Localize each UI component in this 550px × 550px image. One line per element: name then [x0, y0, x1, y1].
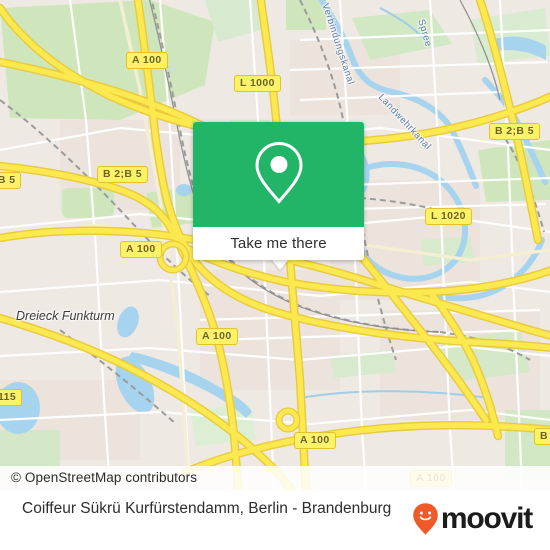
place-label-dreieck-funkturm: Dreieck Funkturm: [16, 309, 115, 323]
moovit-wordmark: moovit: [440, 502, 533, 535]
take-me-there-button[interactable]: Take me there: [193, 227, 364, 260]
road-shield-l1020: L 1020: [425, 208, 472, 225]
road-shield-b5-clipped: ;B 5: [0, 172, 22, 189]
road-shield-b2b5: B 2;B 5: [489, 123, 540, 140]
road-shield-b2-clipped: B 2: [534, 428, 550, 445]
road-shield-a100: A 100: [120, 241, 162, 258]
page-title: Coiffeur Sükrü Kurfürstendamm, Berlin - …: [22, 500, 392, 517]
map-pin-icon: [253, 139, 305, 210]
popup-image-placeholder: [193, 122, 364, 227]
road-shield-l1000: L 1000: [234, 75, 281, 92]
road-shield-a100: A 100: [126, 52, 168, 69]
road-shield-a100: A 100: [294, 432, 336, 449]
osm-attribution[interactable]: © OpenStreetMap contributors: [0, 466, 550, 490]
map-popup-card[interactable]: Take me there: [193, 122, 364, 260]
screenshot-root: Verbindungskanal Spree Landwehrkanal Dre…: [0, 0, 550, 550]
road-shield-b2b5: B 2;B 5: [97, 166, 148, 183]
popup-pointer: [271, 259, 289, 270]
moovit-smiley-pin-icon: [412, 502, 439, 536]
take-me-there-label: Take me there: [230, 235, 327, 252]
road-shield-a115-clipped: 115: [0, 389, 23, 406]
road-shield-a100: A 100: [196, 328, 238, 345]
moovit-logo[interactable]: moovit: [412, 502, 533, 536]
